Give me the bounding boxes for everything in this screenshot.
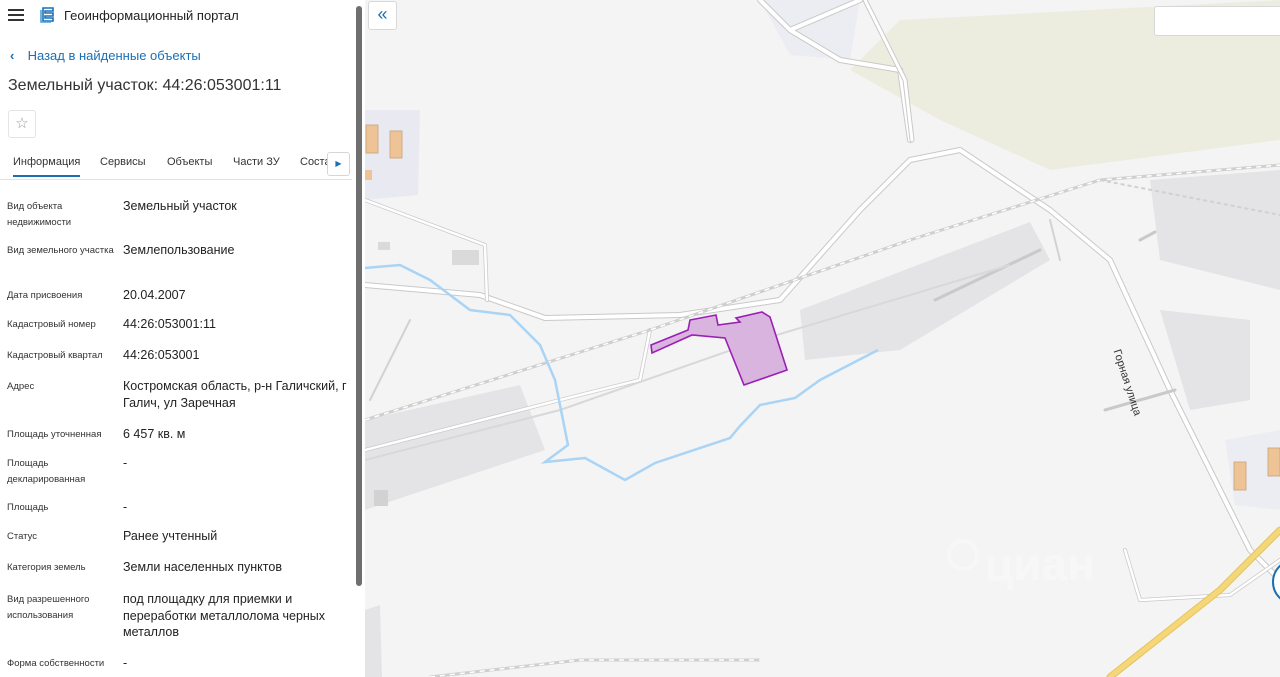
building: [378, 242, 390, 250]
tab-information[interactable]: Информация: [13, 156, 81, 177]
collapse-panel-button[interactable]: «: [368, 1, 397, 30]
tab-services[interactable]: Сервисы: [100, 156, 146, 168]
prop-value: под площадку для приемки и переработки м…: [123, 592, 326, 639]
building: [452, 250, 479, 265]
industrial-area: [1150, 170, 1280, 290]
prop-label: Адрес: [7, 381, 35, 392]
cian-watermark: циан: [947, 538, 1095, 590]
prop-value: -: [123, 500, 128, 514]
prop-label: Категория земель: [7, 562, 86, 573]
prop-label: Площадь уточненная: [7, 429, 102, 440]
prop-value: Костромская область, р-н Галичский, г Га…: [123, 379, 347, 410]
map-search-input[interactable]: [1154, 6, 1280, 36]
portal-logo-icon: [40, 7, 54, 23]
prop-label: Статус: [7, 531, 38, 542]
prop-label: Площадь декларированная: [7, 458, 86, 485]
prop-value: 20.04.2007: [123, 288, 186, 302]
chevron-left-icon: ‹: [10, 48, 15, 63]
star-icon: ☆: [15, 115, 29, 132]
tab-bar: Информация Сервисы Объекты Части ЗУ Сост…: [0, 150, 352, 180]
prop-label: Площадь: [7, 502, 49, 513]
prop-value: -: [123, 656, 128, 670]
prop-value: 44:26:053001:11: [123, 317, 216, 331]
watermark-text: циан: [985, 538, 1095, 590]
prop-label: Вид разрешенного использования: [7, 594, 90, 621]
map-view[interactable]: циан: [365, 0, 1280, 677]
prop-value: Ранее учтенный: [123, 529, 218, 543]
prop-label: Кадастровый квартал: [7, 350, 103, 361]
building: [389, 130, 403, 159]
prop-value: 44:26:053001: [123, 348, 200, 362]
chevron-right-icon: ▶: [335, 159, 342, 168]
favorite-star-button[interactable]: ☆: [8, 110, 36, 138]
back-to-results-link[interactable]: ‹ Назад в найденные объекты: [10, 48, 201, 63]
menu-icon[interactable]: [8, 9, 24, 21]
tab-composition[interactable]: Соста: [300, 156, 331, 168]
prop-label: Форма собственности: [7, 658, 105, 669]
tab-parts[interactable]: Части ЗУ: [233, 156, 280, 168]
page-title: Земельный участок: 44:26:053001:11: [8, 77, 282, 94]
prop-label: Кадастровый номер: [7, 319, 96, 330]
map-canvas: циан: [365, 0, 1280, 677]
prop-label: Вид объекта недвижимости: [7, 201, 72, 228]
prop-value: Земельный участок: [123, 199, 237, 213]
panel-scrollbar[interactable]: [356, 6, 362, 586]
building: [365, 170, 372, 180]
back-link-label: Назад в найденные объекты: [27, 48, 201, 63]
prop-value: 6 457 кв. м: [123, 427, 186, 441]
prop-value: -: [123, 456, 128, 470]
tab-objects[interactable]: Объекты: [167, 156, 212, 168]
building: [1267, 447, 1280, 477]
building: [1233, 461, 1247, 491]
prop-label: Вид земельного участка: [7, 245, 114, 256]
tabs-scroll-right-button[interactable]: ▶: [327, 152, 350, 176]
building: [365, 124, 379, 154]
industrial-area: [365, 605, 382, 677]
building: [374, 490, 388, 506]
info-panel: Геоинформационный портал ‹ Назад в найде…: [0, 0, 365, 677]
app-header: Геоинформационный портал: [0, 0, 356, 32]
prop-value: Земли населенных пунктов: [123, 560, 282, 574]
prop-value: Землепользование: [123, 243, 235, 257]
app-title: Геоинформационный портал: [64, 8, 239, 23]
industrial-area: [365, 385, 545, 510]
prop-label: Дата присвоения: [7, 290, 83, 301]
double-chevron-left-icon: «: [377, 4, 388, 24]
